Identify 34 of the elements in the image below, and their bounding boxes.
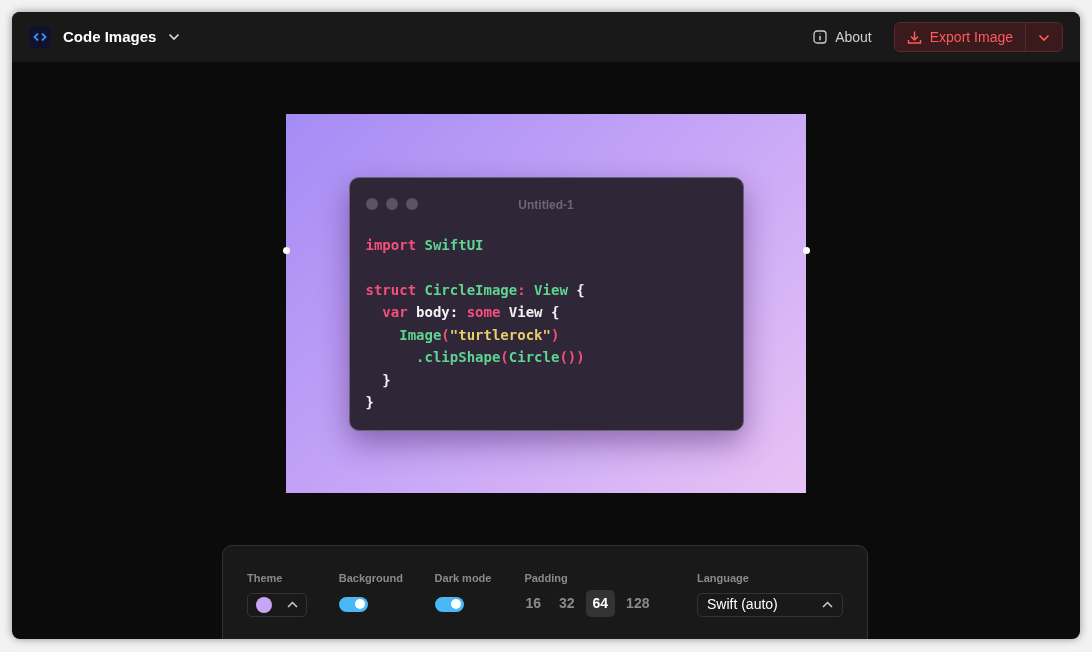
code-line: Image("turtlerock") [398,325,560,345]
code-line: } [365,393,374,412]
window-title: Untitled-1 [518,197,574,212]
padding-label: Padding [524,571,569,586]
code-line: .clipShape(Circle()) [415,348,585,367]
chevron-up-icon [287,601,298,608]
dark-mode-label: Dark mode [434,571,493,586]
theme-label: Theme [247,571,284,586]
code-line: struct CircleImage: View { [365,280,585,300]
chevron-up-icon [822,601,833,608]
padding-option[interactable]: 32 [551,589,582,617]
app-title: Code Images [63,26,157,47]
padding-option[interactable]: 16 [518,589,548,617]
resize-handle[interactable] [283,247,290,254]
resize-handle[interactable] [803,247,810,254]
download-icon [906,29,922,45]
background-label: Background [338,571,404,586]
chevron-down-icon[interactable] [168,33,181,41]
info-icon [813,30,828,44]
language-label: Language [697,571,750,586]
background-toggle[interactable] [338,596,368,612]
chevron-down-icon [1038,33,1050,42]
window-control-icon [365,197,378,210]
code-line: var body: some View { [381,303,560,322]
code-line: } [381,370,391,390]
dark-mode-toggle[interactable] [434,596,464,612]
about-button[interactable]: About [807,25,878,49]
code-line: import SwiftUI [365,235,484,255]
language-select[interactable]: Swift (auto) [697,592,843,617]
padding-option[interactable]: 128 [619,589,657,617]
window-control-icon [405,197,418,210]
window-control-icon [385,197,398,210]
padding-option[interactable]: 64 [585,589,616,617]
theme-picker[interactable] [247,592,307,617]
